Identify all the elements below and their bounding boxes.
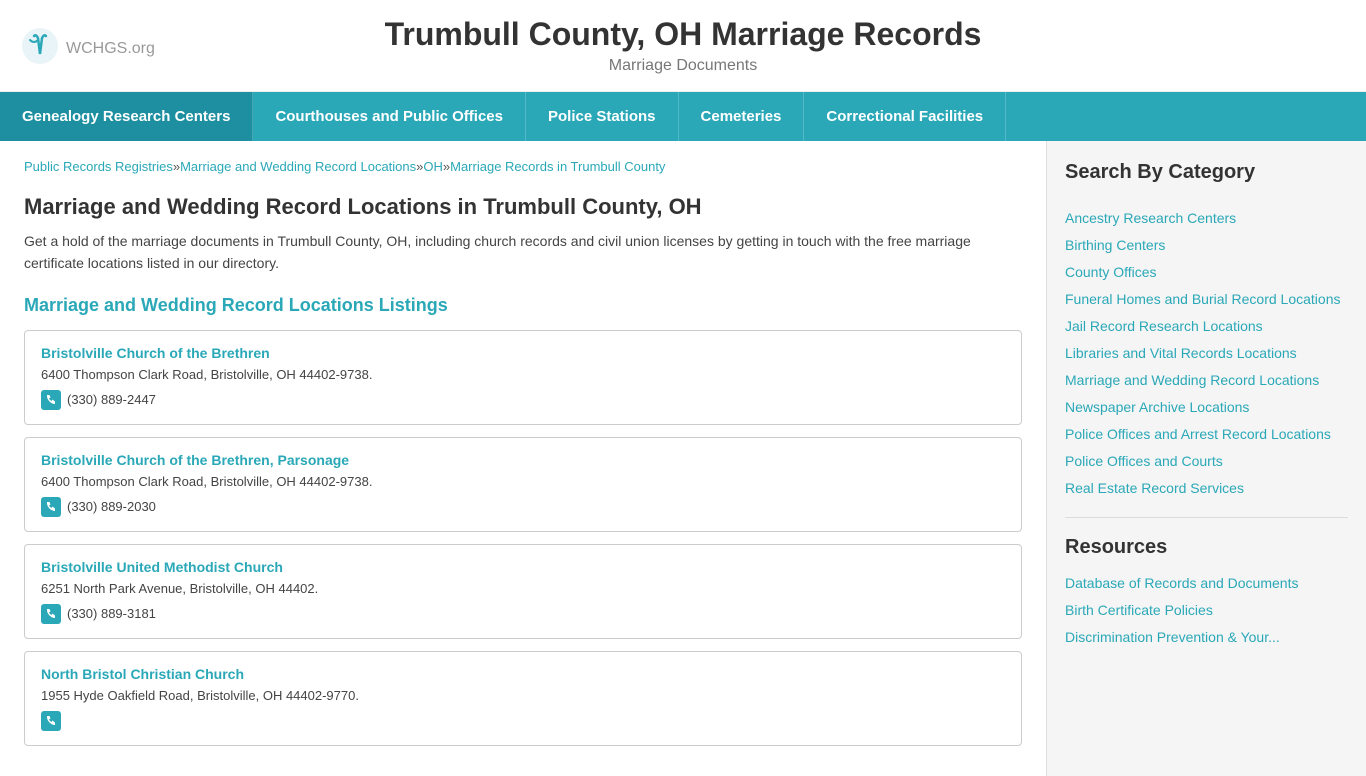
breadcrumb: Public Records Registries»Marriage and W… [24, 159, 1022, 174]
location-card: Bristolville United Methodist Church 625… [24, 544, 1022, 639]
location-name[interactable]: Bristolville Church of the Brethren, Par… [41, 452, 1005, 468]
phone-svg [45, 394, 57, 406]
page-subtitle: Marriage Documents [385, 57, 982, 75]
listings-heading: Marriage and Wedding Record Locations Li… [24, 295, 1022, 316]
page-header: WCHGS.org Trumbull County, OH Marriage R… [0, 0, 1366, 92]
sidebar-resources-title: Resources [1065, 536, 1348, 559]
content-heading: Marriage and Wedding Record Locations in… [24, 194, 1022, 220]
location-address: 6400 Thompson Clark Road, Bristolville, … [41, 367, 1005, 382]
location-phone: (330) 889-2447 [41, 390, 1005, 410]
phone-svg [45, 501, 57, 513]
logo-icon [20, 26, 60, 66]
page-main-title: Trumbull County, OH Marriage Records [385, 16, 982, 53]
nav-item-genealogy[interactable]: Genealogy Research Centers [0, 92, 253, 141]
sidebar-link-database[interactable]: Database of Records and Documents [1065, 573, 1348, 594]
sidebar-link-police-arrest[interactable]: Police Offices and Arrest Record Locatio… [1065, 424, 1348, 445]
main-content: Public Records Registries»Marriage and W… [0, 141, 1046, 776]
sidebar-link-birth-cert[interactable]: Birth Certificate Policies [1065, 600, 1348, 621]
nav-item-cemeteries[interactable]: Cemeteries [679, 92, 805, 141]
content-description: Get a hold of the marriage documents in … [24, 230, 1022, 275]
location-address: 6400 Thompson Clark Road, Bristolville, … [41, 474, 1005, 489]
location-name[interactable]: Bristolville Church of the Brethren [41, 345, 1005, 361]
location-card: Bristolville Church of the Brethren 6400… [24, 330, 1022, 425]
sidebar-link-police-courts[interactable]: Police Offices and Courts [1065, 451, 1348, 472]
location-name[interactable]: Bristolville United Methodist Church [41, 559, 1005, 575]
phone-number: (330) 889-3181 [67, 606, 156, 621]
sidebar-link-jail[interactable]: Jail Record Research Locations [1065, 316, 1348, 337]
phone-icon [41, 497, 61, 517]
logo-text: WCHGS.org [66, 33, 155, 59]
header-title-area: Trumbull County, OH Marriage Records Mar… [385, 16, 982, 75]
sidebar-link-discrimination[interactable]: Discrimination Prevention & Your... [1065, 627, 1348, 648]
breadcrumb-link-trumbull[interactable]: Marriage Records in Trumbull County [450, 159, 665, 174]
nav-item-courthouses[interactable]: Courthouses and Public Offices [253, 92, 526, 141]
sidebar-link-realestate[interactable]: Real Estate Record Services [1065, 478, 1348, 499]
phone-svg [45, 715, 57, 727]
location-phone: (330) 889-3181 [41, 604, 1005, 624]
logo-area[interactable]: WCHGS.org [20, 26, 155, 66]
location-phone: (330) 889-2030 [41, 497, 1005, 517]
location-phone [41, 711, 1005, 731]
breadcrumb-link-registries[interactable]: Public Records Registries [24, 159, 173, 174]
sidebar-divider [1065, 517, 1348, 518]
breadcrumb-link-marriage[interactable]: Marriage and Wedding Record Locations [180, 159, 416, 174]
sidebar-link-libraries[interactable]: Libraries and Vital Records Locations [1065, 343, 1348, 364]
phone-number: (330) 889-2447 [67, 392, 156, 407]
phone-icon [41, 604, 61, 624]
phone-icon [41, 711, 61, 731]
main-nav: Genealogy Research Centers Courthouses a… [0, 92, 1366, 141]
logo-suffix: .org [127, 40, 155, 57]
sidebar: Search By Category Ancestry Research Cen… [1046, 141, 1366, 776]
location-card: North Bristol Christian Church 1955 Hyde… [24, 651, 1022, 746]
sidebar-category-title: Search By Category [1065, 161, 1348, 192]
nav-item-police[interactable]: Police Stations [526, 92, 679, 141]
page-body: Public Records Registries»Marriage and W… [0, 141, 1366, 776]
logo-name: WCHGS [66, 40, 127, 57]
nav-item-correctional[interactable]: Correctional Facilities [804, 92, 1006, 141]
location-address: 1955 Hyde Oakfield Road, Bristolville, O… [41, 688, 1005, 703]
phone-icon [41, 390, 61, 410]
location-name[interactable]: North Bristol Christian Church [41, 666, 1005, 682]
sidebar-link-birthing[interactable]: Birthing Centers [1065, 235, 1348, 256]
sidebar-link-newspaper[interactable]: Newspaper Archive Locations [1065, 397, 1348, 418]
breadcrumb-link-oh[interactable]: OH [423, 159, 443, 174]
sidebar-link-county[interactable]: County Offices [1065, 262, 1348, 283]
location-address: 6251 North Park Avenue, Bristolville, OH… [41, 581, 1005, 596]
sidebar-link-ancestry[interactable]: Ancestry Research Centers [1065, 208, 1348, 229]
location-card: Bristolville Church of the Brethren, Par… [24, 437, 1022, 532]
phone-svg [45, 608, 57, 620]
sidebar-link-funeral[interactable]: Funeral Homes and Burial Record Location… [1065, 289, 1348, 310]
sidebar-link-marriage[interactable]: Marriage and Wedding Record Locations [1065, 370, 1348, 391]
phone-number: (330) 889-2030 [67, 499, 156, 514]
